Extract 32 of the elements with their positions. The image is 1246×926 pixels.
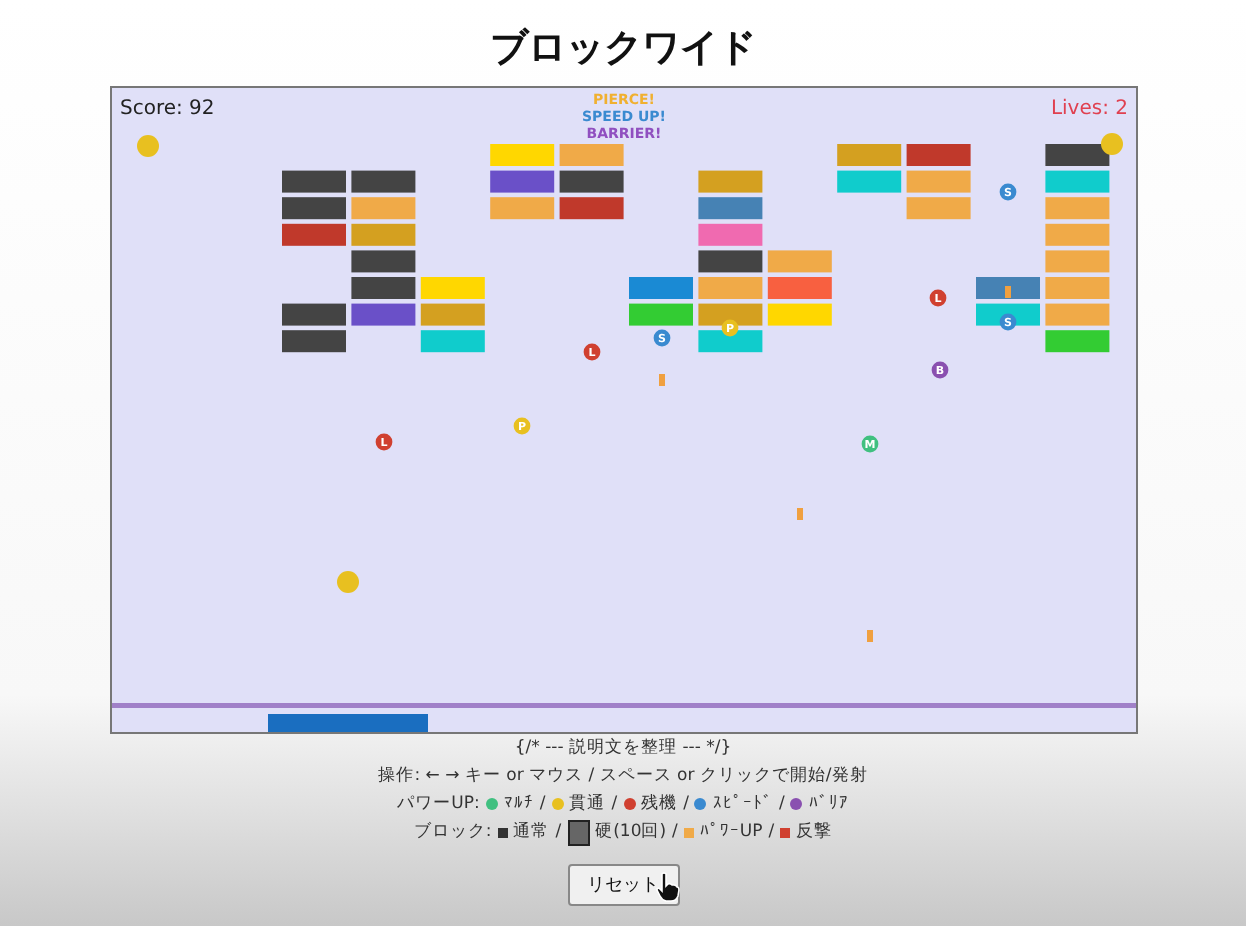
legend-text: ﾊﾞﾘｱ [808,792,849,818]
bullet-icon [658,374,664,386]
separator-text: / [672,820,678,846]
controls-text: 操作: ← → キー or マウス / スペース or クリックで開始/発射 [378,764,868,790]
separator-text: / [611,792,618,818]
legend-label: パワーUP: [397,792,480,818]
legend-text: ﾏﾙﾁ [503,792,534,818]
legend-text: 通常 [513,820,550,846]
comment-text: {/* --- 説明文を整理 --- */} [514,736,732,762]
legend-text: ﾊﾟﾜｰUP [699,820,763,846]
hand-cursor-icon [655,872,679,902]
legend-text: 反撃 [796,820,833,846]
separator-text: / [683,792,689,818]
separator-text: / [778,792,785,818]
ball-icon [336,571,358,593]
lives-text: Lives: 2 [1049,98,1127,120]
separator-text: / [555,820,562,846]
legend-label: ブロック: [413,820,492,846]
legend-text: ｽﾋﾟｰﾄﾞ [712,792,773,818]
bullet-icon [1004,286,1010,298]
ball-icon [136,135,158,157]
score-text: Score: 92 [119,98,214,120]
reset-button[interactable]: リセット [567,864,679,906]
legend-text: 残機 [641,792,678,818]
bullet-icon [796,508,802,520]
separator-text: / [768,820,775,846]
bullet-icon [866,630,872,642]
legend-text: 硬(10回) [595,820,667,846]
page-title: ブロックワイド [490,24,756,72]
legend-text: 貫通 [569,792,606,818]
separator-text: / [539,792,546,818]
ball-icon [1100,133,1122,155]
